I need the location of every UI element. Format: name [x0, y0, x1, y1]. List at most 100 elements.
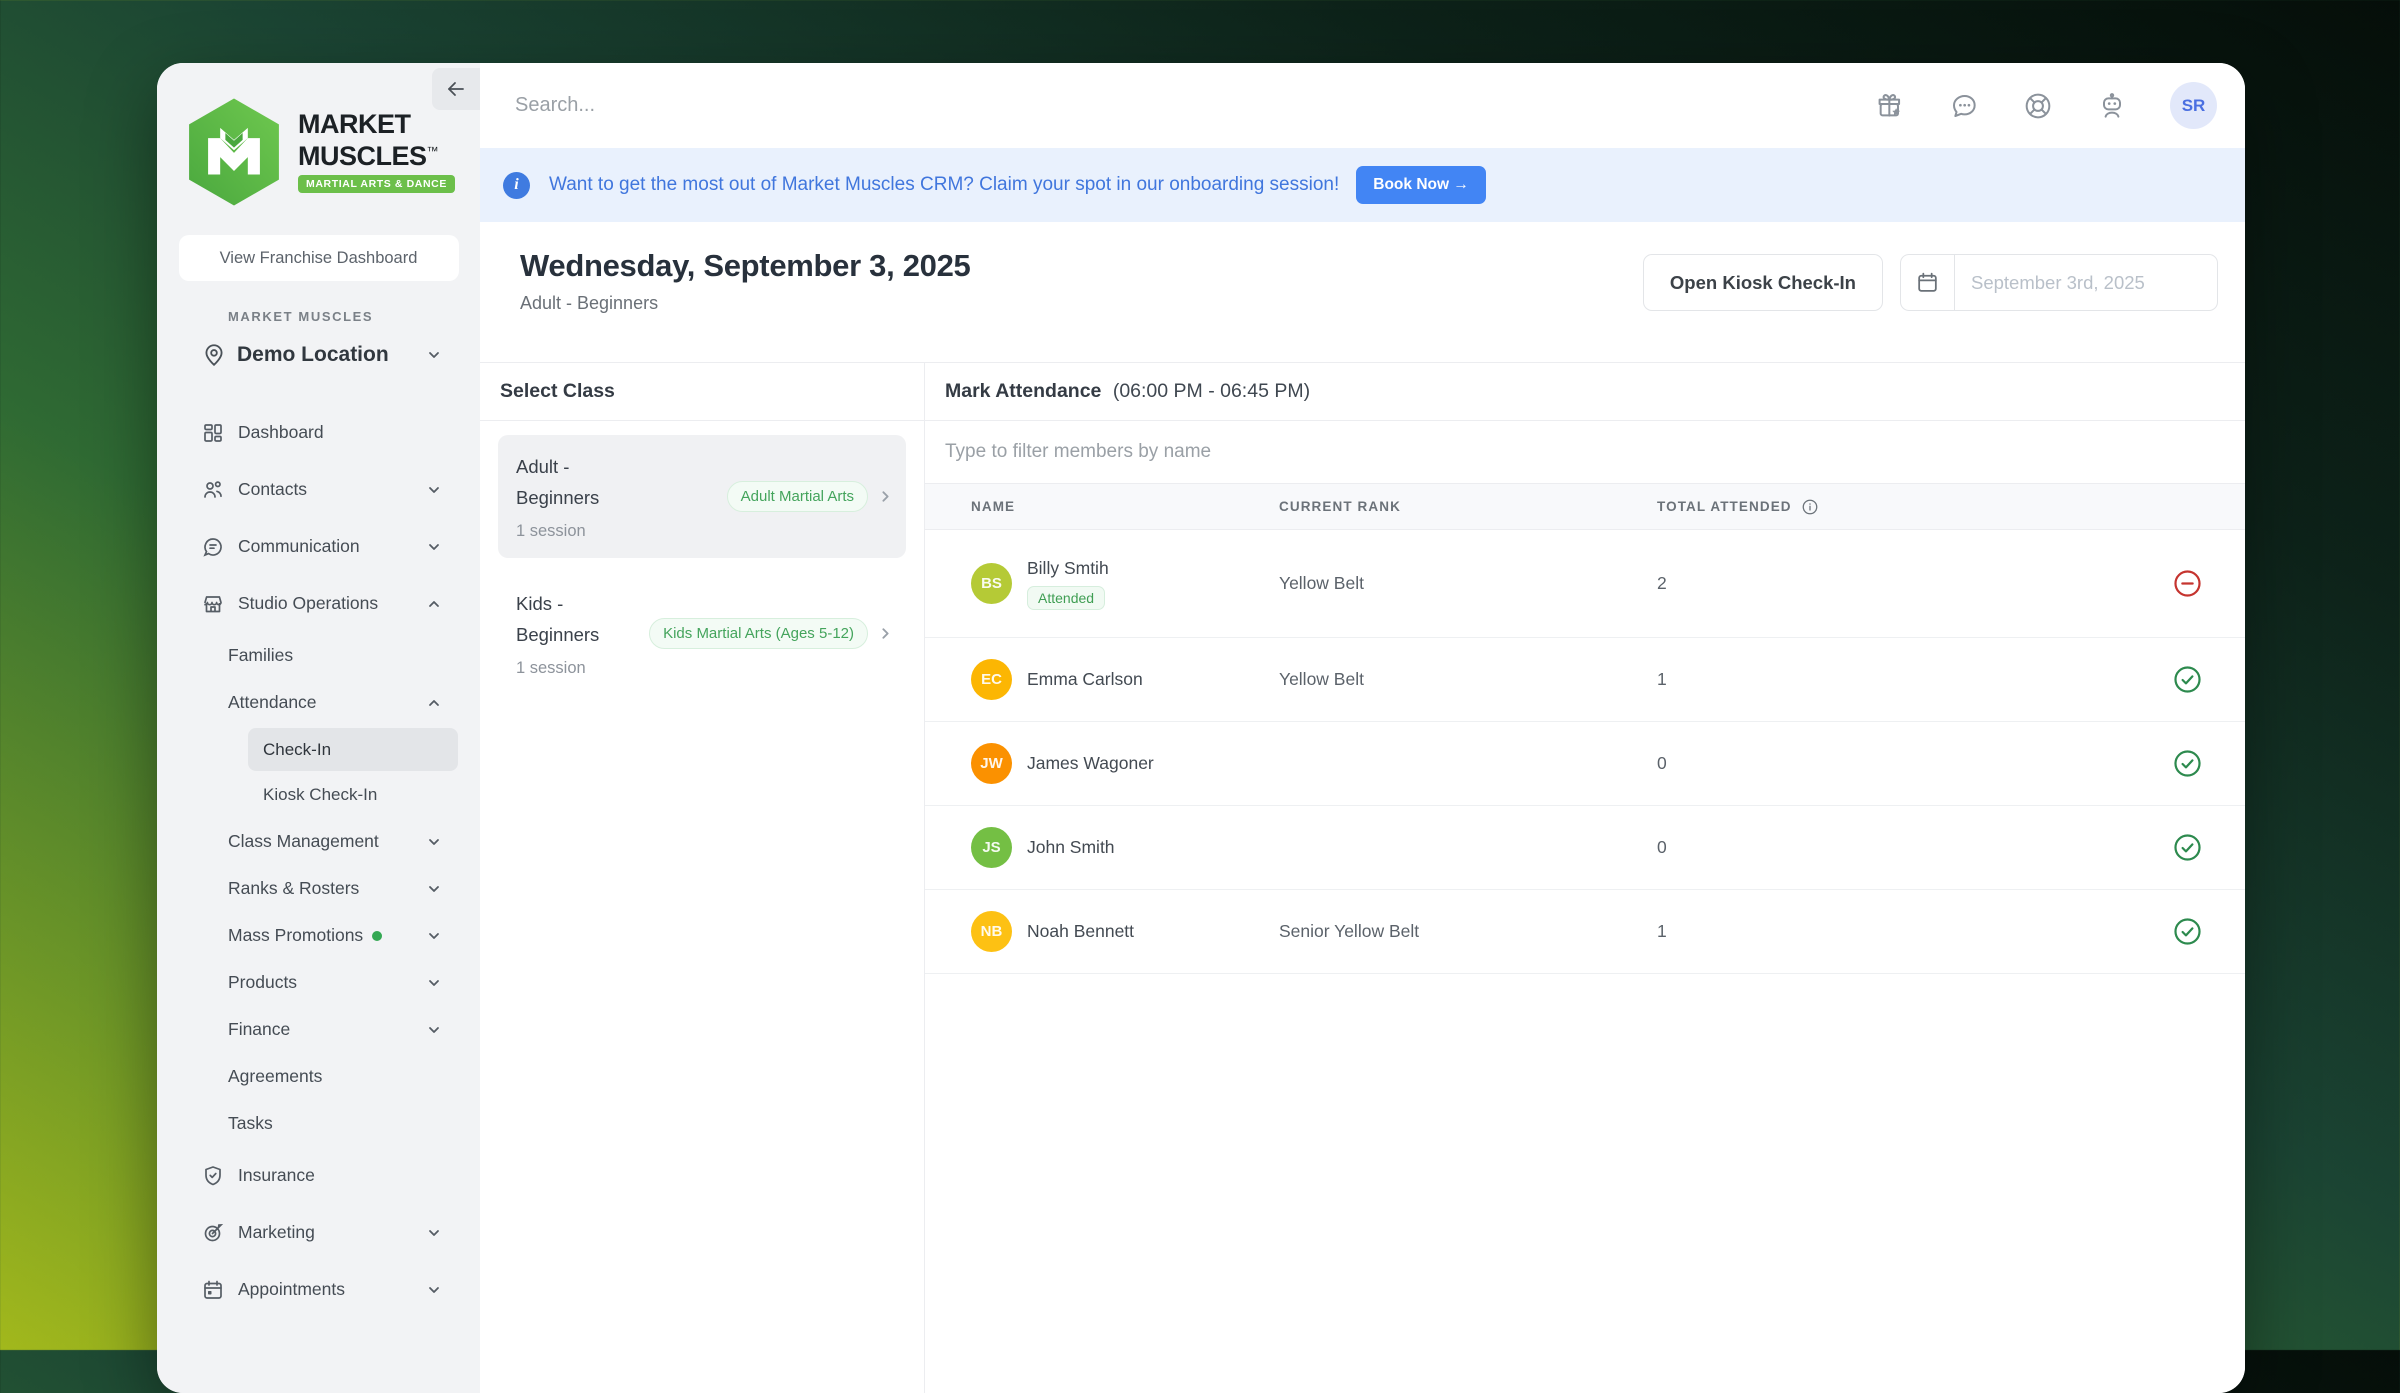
contacts-icon: [201, 478, 225, 502]
topbar: SR: [480, 63, 2245, 148]
sidebar-item-ranks-rosters[interactable]: Ranks & Rosters: [157, 865, 480, 912]
sidebar-item-families[interactable]: Families: [157, 632, 480, 679]
sidebar-item-appointments[interactable]: Appointments: [157, 1261, 480, 1318]
mark-attended-button[interactable]: [2172, 832, 2203, 863]
chevron-up-icon: [426, 695, 442, 711]
remove-attendance-button[interactable]: [2172, 568, 2203, 599]
class-category-badge: Kids Martial Arts (Ages 5-12): [649, 618, 868, 650]
table-row[interactable]: NB Noah Bennett Senior Yellow Belt 1: [925, 890, 2245, 974]
sidebar-item-mass-promotions[interactable]: Mass Promotions: [157, 912, 480, 959]
mark-attendance-panel: Mark Attendance (06:00 PM - 06:45 PM) NA…: [925, 363, 2245, 1393]
main-area: SR i Want to get the most out of Market …: [480, 63, 2245, 1393]
attended-badge: Attended: [1027, 585, 1106, 610]
chevron-right-icon: [877, 488, 894, 505]
sidebar-item-kiosk-check-in[interactable]: Kiosk Check-In: [248, 773, 458, 816]
logo-hexagon-icon: [189, 98, 279, 206]
mark-attendance-header: Mark Attendance (06:00 PM - 06:45 PM): [925, 363, 2245, 421]
info-icon: i: [503, 171, 530, 199]
gift-star-icon: [1874, 90, 1906, 122]
sidebar-item-contacts[interactable]: Contacts: [157, 461, 480, 518]
calendar-icon: [1915, 270, 1940, 295]
sidebar-item-communication[interactable]: Communication: [157, 518, 480, 575]
chevron-down-icon: [426, 834, 442, 850]
app-window: MARKET MUSCLES™ MARTIAL ARTS & DANCE Vie…: [157, 63, 2245, 1393]
member-name: Noah Bennett: [1027, 921, 1135, 941]
chevron-down-icon: [426, 1282, 442, 1298]
member-total-attended: 1: [1657, 921, 1667, 941]
location-name: Demo Location: [237, 343, 389, 366]
member-rank: Senior Yellow Belt: [1279, 921, 1420, 941]
sidebar-item-finance[interactable]: Finance: [157, 1006, 480, 1053]
page-subtitle: Adult - Beginners: [520, 293, 659, 313]
sidebar-item-check-in[interactable]: Check-In: [248, 728, 458, 771]
logo-trademark: ™: [426, 144, 439, 158]
table-row[interactable]: EC Emma Carlson Yellow Belt 1: [925, 638, 2245, 722]
select-class-panel: Select Class Adult - Beginners 1 session…: [480, 363, 925, 1393]
chevron-down-icon: [426, 928, 442, 944]
sidebar-item-dashboard[interactable]: Dashboard: [157, 404, 480, 461]
table-row[interactable]: JS John Smith 0: [925, 806, 2245, 890]
date-picker[interactable]: [1900, 254, 2218, 311]
book-now-button[interactable]: Book Now →: [1356, 166, 1486, 204]
column-total-attended: TOTAL ATTENDED: [1657, 499, 1792, 514]
help-button[interactable]: [2022, 90, 2054, 122]
shield-check-icon: [201, 1164, 225, 1188]
page-title: Wednesday, September 3, 2025: [520, 248, 971, 283]
dashboard-icon: [201, 421, 225, 445]
ai-assistant-button[interactable]: [2096, 90, 2128, 122]
chat-bubble-icon: [1948, 90, 1980, 122]
avatar: BS: [971, 563, 1012, 604]
info-circle-icon[interactable]: [1801, 498, 1819, 516]
chevron-down-icon: [426, 1225, 442, 1241]
class-card-kids-beginners[interactable]: Kids - Beginners 1 session Kids Martial …: [498, 572, 906, 695]
logo-text-line1: MARKET: [298, 109, 411, 139]
class-sessions: 1 session: [516, 659, 586, 678]
sidebar-item-agreements[interactable]: Agreements: [157, 1053, 480, 1100]
onboarding-banner: i Want to get the most out of Market Mus…: [480, 148, 2245, 222]
mark-attended-button[interactable]: [2172, 916, 2203, 947]
chevron-down-icon: [426, 881, 442, 897]
logo-tagline-badge: MARTIAL ARTS & DANCE: [298, 175, 455, 193]
sidebar-item-marketing[interactable]: Marketing: [157, 1204, 480, 1261]
avatar: NB: [971, 911, 1012, 952]
content-area: Select Class Adult - Beginners 1 session…: [480, 362, 2245, 1393]
member-name: John Smith: [1027, 837, 1115, 857]
sidebar-item-tasks[interactable]: Tasks: [157, 1100, 480, 1147]
table-row[interactable]: JW James Wagoner 0: [925, 722, 2245, 806]
chevron-down-icon: [426, 975, 442, 991]
member-total-attended: 0: [1657, 837, 1667, 857]
market-muscles-logo: MARKET MUSCLES™ MARTIAL ARTS & DANCE: [157, 95, 480, 209]
sidebar-item-insurance[interactable]: Insurance: [157, 1147, 480, 1204]
member-filter-input[interactable]: [925, 421, 2245, 483]
communication-icon: [201, 535, 225, 559]
banner-message: Want to get the most out of Market Muscl…: [549, 174, 1340, 195]
lifebuoy-icon: [2022, 90, 2054, 122]
rewards-button[interactable]: [1874, 90, 1906, 122]
search-input[interactable]: [515, 94, 1874, 117]
view-franchise-dashboard-button[interactable]: View Franchise Dashboard: [178, 235, 459, 281]
open-kiosk-check-in-button[interactable]: Open Kiosk Check-In: [1642, 254, 1883, 311]
class-name: Adult - Beginners: [516, 456, 600, 508]
sidebar-collapse-button[interactable]: [432, 68, 480, 110]
chevron-right-icon: [877, 625, 894, 642]
class-card-adult-beginners[interactable]: Adult - Beginners 1 session Adult Martia…: [498, 435, 906, 559]
sidebar-item-products[interactable]: Products: [157, 959, 480, 1006]
mark-attendance-title: Mark Attendance: [945, 380, 1102, 402]
chevron-down-icon: [426, 539, 442, 555]
date-input[interactable]: [1955, 271, 2217, 294]
messages-button[interactable]: [1948, 90, 1980, 122]
back-arrow-icon: [444, 77, 468, 101]
mark-attended-button[interactable]: [2172, 664, 2203, 695]
sidebar-item-attendance[interactable]: Attendance: [157, 679, 480, 726]
member-rank: Yellow Belt: [1279, 669, 1364, 689]
mark-attended-button[interactable]: [2172, 748, 2203, 779]
new-feature-dot: [372, 930, 383, 941]
class-category-badge: Adult Martial Arts: [726, 481, 868, 513]
table-row[interactable]: BS Billy Smtih Attended Yellow Belt 2: [925, 530, 2245, 638]
column-current-rank: CURRENT RANK: [1279, 499, 1401, 514]
user-avatar[interactable]: SR: [2170, 82, 2217, 129]
chevron-down-icon: [426, 482, 442, 498]
location-switcher[interactable]: Demo Location: [157, 332, 480, 378]
sidebar-item-class-management[interactable]: Class Management: [157, 818, 480, 865]
sidebar-item-studio-operations[interactable]: Studio Operations: [157, 575, 480, 632]
